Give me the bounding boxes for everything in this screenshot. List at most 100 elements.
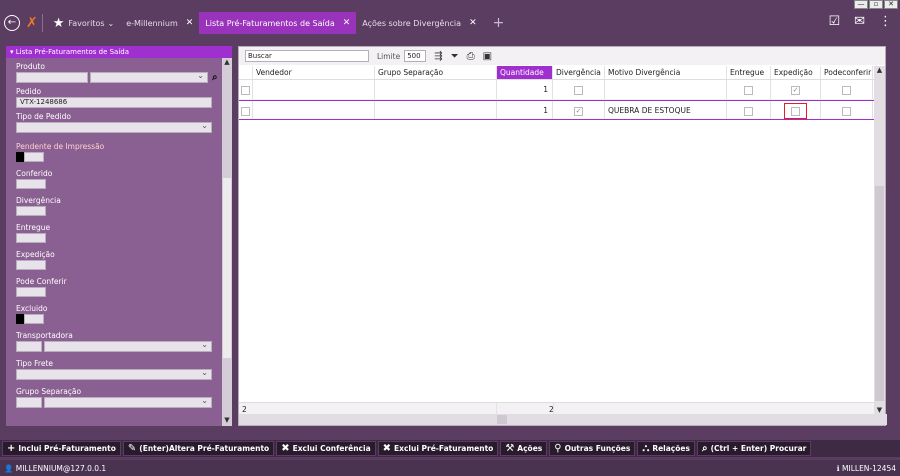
info-icon: ℹ (836, 463, 840, 473)
clipboard-icon[interactable]: ☑ (828, 14, 840, 29)
cell-podeconferir (821, 80, 873, 99)
transportadora-code-input[interactable] (16, 341, 42, 352)
close-window-button[interactable]: ✕ (884, 0, 898, 9)
outras-funcoes-button[interactable]: ⚲ Outras Funções (549, 441, 636, 456)
filter-icon[interactable]: ⏷ (451, 51, 459, 62)
limite-input[interactable]: 500 (404, 50, 427, 62)
grid-vertical-scrollbar[interactable]: ▲ ▼ (874, 66, 885, 414)
close-tab-icon[interactable]: ✕ (186, 18, 194, 28)
scroll-thumb[interactable] (497, 415, 507, 424)
procurar-button[interactable]: ⌕ (Ctrl + Enter) Procurar (696, 441, 812, 456)
search-icon[interactable]: ⌕ (212, 72, 218, 83)
excluido-toggle[interactable] (16, 314, 232, 324)
grupo-separacao-select[interactable] (44, 396, 212, 408)
header-podeconferir[interactable]: Podeconferir (821, 66, 873, 79)
expedicao-checkbox[interactable] (791, 106, 800, 116)
relacoes-button[interactable]: ⛬ Relações (637, 441, 695, 456)
row-select[interactable] (239, 101, 253, 119)
produto-select[interactable] (90, 71, 208, 83)
header-divergencia[interactable]: Divergência (553, 66, 605, 79)
podeconferir-checkbox[interactable] (842, 106, 851, 116)
tab-e-millennium[interactable]: e-Millennium ✕ (120, 12, 199, 34)
grid-horizontal-scrollbar[interactable] (239, 414, 887, 425)
toggle-indicator (16, 314, 24, 324)
header-expedicao[interactable]: Expedição (771, 66, 821, 79)
scroll-up-icon[interactable]: ▲ (874, 66, 885, 74)
toggle-box (24, 314, 44, 324)
tools-icon: ⚒ (505, 443, 515, 454)
pedido-label: Pedido (16, 87, 42, 96)
minimize-button[interactable]: — (854, 0, 868, 9)
star-icon: ★ (52, 15, 65, 31)
inclui-pre-faturamento-button[interactable]: + Inclui Pré-Faturamento (2, 441, 121, 456)
print-icon[interactable]: ⎙ (467, 51, 475, 62)
cell-vendedor (253, 80, 375, 99)
acoes-button[interactable]: ⚒ Ações (500, 441, 548, 456)
row-select[interactable] (239, 80, 253, 99)
close-tab-icon[interactable]: ✕ (469, 18, 477, 28)
divergencia-checkbox[interactable]: ✓ (574, 106, 583, 116)
podeconferir-checkbox[interactable] (842, 85, 851, 95)
header-motivo-divergencia[interactable]: Motivo Divergência (605, 66, 727, 79)
chat-icon[interactable]: ✉ (854, 14, 865, 29)
maximize-button[interactable]: ▫ (869, 0, 883, 9)
exclui-conferencia-button[interactable]: ✖ Exclui Conferência (276, 441, 376, 456)
more-vertical-icon[interactable]: ⋮ (879, 14, 892, 29)
pode-conferir-toggle[interactable] (16, 287, 46, 297)
produto-code-input[interactable] (16, 72, 88, 83)
scroll-down-icon[interactable]: ▼ (222, 416, 232, 426)
entregue-toggle[interactable] (16, 233, 46, 243)
pedido-input[interactable]: VTX-1248686 (16, 97, 212, 108)
button-label: Exclui Conferência (292, 444, 371, 453)
altera-pre-faturamento-button[interactable]: ✎ (Enter)Altera Pré-Faturamento (122, 441, 275, 456)
add-tab-icon[interactable]: + (493, 15, 505, 31)
export-icon[interactable]: ⇶ (434, 51, 442, 62)
pendente-impressao-toggle[interactable] (16, 152, 232, 162)
results-panel: Buscar Limite 500 ⇶ ⏷ ⎙ ▣ Vendedor Grupo… (238, 46, 887, 426)
close-tab-icon[interactable]: ✕ (343, 18, 351, 28)
filter-scrollbar[interactable]: ▲ ▼ (222, 58, 232, 426)
action-bar: + Inclui Pré-Faturamento ✎ (Enter)Altera P… (0, 440, 900, 457)
relations-icon: ⛬ (642, 443, 650, 454)
header-grupo-separacao[interactable]: Grupo Separação (375, 66, 497, 79)
grupo-separacao-code-input[interactable] (16, 397, 42, 408)
divergencia-toggle[interactable] (16, 206, 46, 216)
conferido-toggle[interactable] (16, 179, 46, 189)
entregue-checkbox[interactable] (744, 106, 753, 116)
divider (41, 14, 43, 32)
status-right-text: MILLEN-12454 (842, 463, 896, 473)
highlighted-expedicao-cell[interactable] (784, 103, 807, 119)
tab-lista-pre-faturamentos[interactable]: Lista Pré-Faturamentos de Saída ✕ (199, 12, 357, 34)
tipo-pedido-select[interactable] (16, 121, 212, 133)
expedicao-checkbox[interactable]: ✓ (791, 85, 800, 95)
transportadora-select[interactable] (44, 340, 212, 352)
filter-panel-header[interactable]: ▾ Lista Pré-Faturamentos de Saída (6, 46, 232, 58)
scroll-thumb[interactable] (223, 178, 231, 358)
expedicao-toggle[interactable] (16, 260, 46, 270)
header-quantidade[interactable]: Quantidade (497, 66, 553, 79)
tab-label: Ações sobre Divergência (362, 18, 462, 28)
scroll-thumb[interactable] (875, 186, 884, 401)
tab-acoes-divergencia[interactable]: Ações sobre Divergência ✕ (356, 12, 482, 34)
save-icon[interactable]: ▣ (483, 51, 492, 62)
conferido-label: Conferido (16, 169, 53, 178)
scroll-down-icon[interactable]: ▼ (874, 406, 885, 414)
header-entregue[interactable]: Entregue (727, 66, 771, 79)
header-vendedor[interactable]: Vendedor (253, 66, 375, 79)
tipo-frete-select[interactable] (16, 368, 212, 380)
divergencia-checkbox[interactable] (574, 85, 583, 95)
expedicao-label: Expedição (16, 250, 55, 259)
button-label: Relações (652, 444, 690, 453)
entregue-checkbox[interactable] (744, 85, 753, 95)
scroll-up-icon[interactable]: ▲ (222, 58, 232, 68)
cell-quantidade: 1 (497, 101, 553, 119)
checkbox[interactable] (241, 85, 250, 95)
checkbox[interactable] (241, 106, 250, 116)
tab-favoritos[interactable]: ★ Favoritos ⌄ (47, 12, 120, 34)
buscar-input[interactable]: Buscar (245, 50, 369, 62)
table-row[interactable]: 1 ✓ QUEBRA DE ESTOQUE (239, 100, 875, 120)
table-row[interactable]: 1 ✓ (239, 80, 875, 100)
exclui-pre-faturamento-button[interactable]: ✖ Exclui Pré-Faturamento (377, 441, 499, 456)
back-arrow-icon[interactable]: ← (4, 15, 20, 31)
cell-entregue (727, 80, 771, 99)
